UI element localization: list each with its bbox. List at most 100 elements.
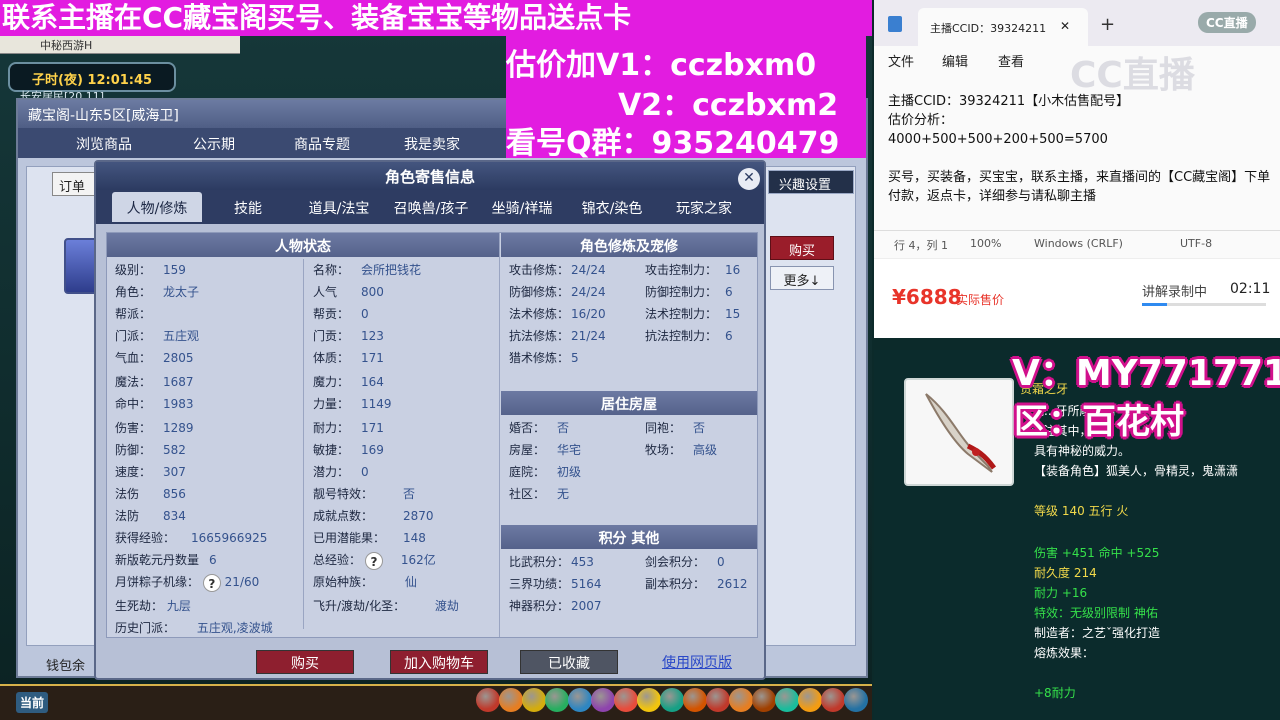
toolbar-icon[interactable] [706, 688, 730, 712]
channel-current[interactable]: 当前 [16, 692, 49, 713]
stat-value: 582 [163, 443, 186, 457]
menu-edit[interactable]: 编辑 [942, 51, 968, 70]
stat-label: 历史门派： [115, 621, 176, 635]
stat-label: 三界功绩： [509, 577, 570, 591]
toolbar-icon[interactable] [844, 688, 868, 712]
toolbar-icon[interactable] [545, 688, 569, 712]
stat-value: 渡劫 [434, 599, 459, 613]
stat-row: 法伤 856 [115, 485, 186, 507]
dialog-tabs: 人物/修炼 技能 道具/法宝 召唤兽/孩子 坐骑/祥瑞 锦衣/染色 玩家之家 [96, 190, 764, 224]
stat-value: 无 [557, 487, 570, 501]
toolbar-icon[interactable] [775, 688, 799, 712]
stat-row: 气血： 2805 [115, 349, 194, 371]
stat-value: 0 [361, 465, 369, 479]
notepad-text[interactable]: 主播CCID：39324211【小木估售配号】 估价分析： 4000+500+5… [888, 92, 1274, 206]
help-icon[interactable]: ? [365, 551, 383, 570]
buy-button[interactable]: 购买 [256, 650, 354, 674]
stat-value: 5 [571, 351, 579, 365]
stat-label: 名称： [313, 263, 350, 277]
stat-label: 伤害： [115, 421, 152, 435]
toolbar-icon[interactable] [752, 688, 776, 712]
stat-value: 九层 [166, 599, 191, 613]
help-icon[interactable]: ? [202, 573, 221, 592]
toolbar-icon[interactable] [591, 688, 615, 712]
toolbar-icon[interactable] [568, 688, 592, 712]
stat-row: 三界功绩： 5164 [509, 575, 602, 597]
stat-label: 防御控制力： [645, 285, 718, 299]
buy-side-button[interactable]: 购买 [770, 236, 834, 260]
stat-label: 速度： [115, 465, 152, 479]
notepad-line: 估价分析： [888, 113, 954, 128]
notepad-line: 主播CCID：39324211【小木估售配号】 [888, 94, 1130, 109]
promo-qq: 看号Q群：935240479 [506, 126, 840, 161]
tab-home[interactable]: 玩家之家 [662, 192, 746, 222]
notepad-icon [888, 16, 902, 32]
stat-row: 耐力： 171 [313, 419, 384, 441]
tab-character[interactable]: 人物/修炼 [112, 192, 202, 222]
history-school-row: 历史门派： 五庄观,凌波城 [115, 619, 273, 641]
tab-topic[interactable]: 商品专题 [272, 128, 372, 158]
order-button[interactable]: 订单 [52, 172, 98, 196]
stat-label: 防御修炼： [509, 285, 570, 299]
stat-row: 比武积分： 453 [509, 553, 594, 575]
stat-label: 总经验： [313, 553, 362, 567]
tab-outfits[interactable]: 锦衣/染色 [570, 192, 654, 222]
toolbar-icon[interactable] [499, 688, 523, 712]
promo-banner: 联系主播在CC藏宝阁买号、装备宝宝等物品送点卡 [0, 0, 872, 36]
close-icon[interactable]: ✕ [738, 168, 760, 190]
stat-value: 2870 [403, 509, 434, 523]
stat-row: 攻击控制力： 16 [645, 261, 740, 283]
toolbar-icon[interactable] [683, 688, 707, 712]
toolbar-icon[interactable] [798, 688, 822, 712]
stat-row: 魔力： 164 [313, 373, 384, 395]
stat-value: 856 [163, 487, 186, 501]
stat-label: 生死劫： [115, 599, 164, 613]
stat-label: 同袍： [645, 421, 682, 435]
stat-value: 164 [361, 375, 384, 389]
toolbar-icon[interactable] [660, 688, 684, 712]
toolbar-icon[interactable] [637, 688, 661, 712]
stat-value: 华宅 [557, 443, 582, 457]
tab-items[interactable]: 道具/法宝 [296, 192, 382, 222]
more-button[interactable]: 更多↓ [770, 266, 834, 290]
menu-file[interactable]: 文件 [888, 51, 914, 70]
stat-label: 靓号特效： [313, 487, 374, 501]
stat-label: 月饼粽子机缘： [115, 575, 200, 589]
toolbar-icon[interactable] [522, 688, 546, 712]
tab-seller[interactable]: 我是卖家 [382, 128, 482, 158]
stat-label: 人气 [313, 285, 338, 299]
stat-row [645, 463, 693, 485]
web-version-link[interactable]: 使用网页版 [662, 652, 732, 672]
stat-label: 防御： [115, 443, 152, 457]
stat-row: 体质： 171 [313, 349, 384, 371]
origin-row: 原始种族： 仙 [313, 573, 417, 595]
divider [499, 233, 500, 637]
notepad-tab[interactable]: 主播CCID：39324211 ✕ [918, 8, 1088, 46]
toolbar-icon[interactable] [614, 688, 638, 712]
stat-label: 门派： [115, 329, 152, 343]
stat-row: 房屋： 华宅 [509, 441, 581, 463]
stat-value: 21/60 [224, 575, 260, 589]
recording-label: 讲解录制中 [1142, 285, 1208, 300]
stat-value: 1687 [163, 375, 194, 389]
tab-mounts[interactable]: 坐骑/祥瑞 [480, 192, 564, 222]
game-tab[interactable]: 中秘西游H [0, 34, 240, 54]
interest-settings-button[interactable]: 兴趣设置 [768, 170, 854, 194]
tab-browse[interactable]: 浏览商品 [54, 128, 154, 158]
stat-label: 获得经验： [115, 531, 176, 545]
stat-value: 否 [693, 421, 706, 435]
item-image [904, 378, 1014, 486]
promo-v1: 估价加V1：cczbxm0 [506, 48, 817, 83]
close-icon[interactable]: ✕ [1060, 19, 1070, 33]
new-tab-icon[interactable]: + [1100, 14, 1115, 35]
toolbar-icon[interactable] [821, 688, 845, 712]
tab-public[interactable]: 公示期 [164, 128, 264, 158]
toolbar-icon[interactable] [476, 688, 500, 712]
favorited-button[interactable]: 已收藏 [520, 650, 618, 674]
points-header: 积分 其他 [501, 525, 757, 549]
menu-view[interactable]: 查看 [998, 51, 1024, 70]
tab-pets[interactable]: 召唤兽/孩子 [386, 192, 476, 222]
add-to-cart-button[interactable]: 加入购物车 [390, 650, 488, 674]
tab-skills[interactable]: 技能 [208, 192, 288, 222]
toolbar-icon[interactable] [729, 688, 753, 712]
